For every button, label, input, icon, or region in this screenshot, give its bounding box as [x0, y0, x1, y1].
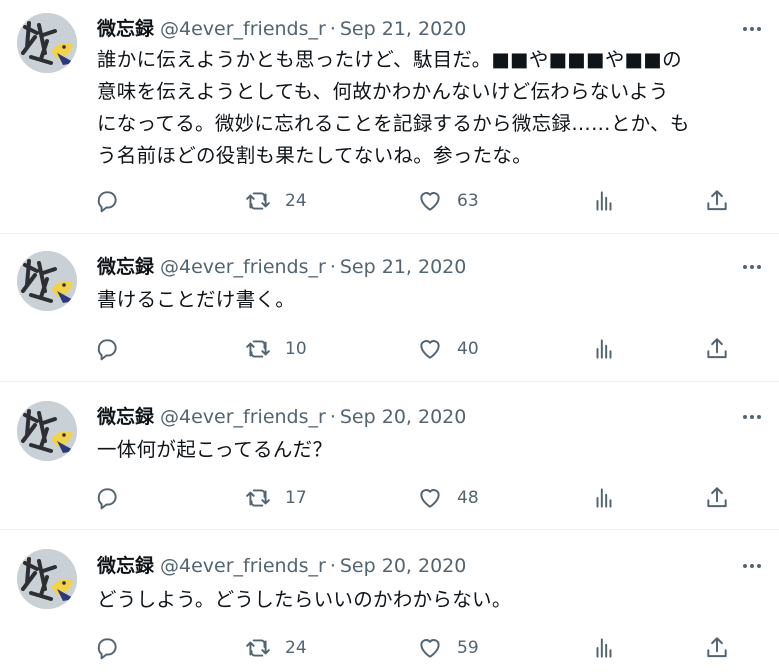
reply-icon — [97, 638, 117, 660]
tweet-date[interactable]: Sep 20, 2020 — [340, 555, 466, 577]
heart-icon — [420, 340, 440, 359]
tweet-actions: 10 40 — [80, 332, 760, 366]
views-button[interactable] — [591, 332, 617, 366]
tweet-date[interactable]: Sep 20, 2020 — [340, 406, 466, 428]
share-button[interactable] — [704, 332, 730, 366]
reply-icon — [97, 339, 117, 361]
reply-icon — [97, 191, 117, 213]
retweet-count: 17 — [285, 488, 307, 508]
display-name[interactable]: 微忘録 — [97, 406, 154, 428]
tweet-header: 微忘録 @4ever_friends_r · Sep 21, 2020 — [97, 255, 779, 279]
tweet-text: どうしよう。どうしたらいいのかわからない。 — [97, 584, 757, 616]
like-button[interactable]: 48 — [417, 481, 479, 515]
reply-button[interactable] — [94, 481, 120, 515]
tweet-text-line: 意味を伝えようとしても、何故かわかんないけど伝わらないよう — [97, 80, 669, 103]
tweet-text-line: 書けることだけ書く。 — [97, 288, 296, 311]
display-name[interactable]: 微忘録 — [97, 256, 154, 278]
reply-button[interactable] — [94, 631, 120, 665]
like-count: 48 — [457, 488, 479, 508]
tweet[interactable]: 微忘録 @4ever_friends_r · Sep 21, 2020 書けることだけ… — [0, 234, 779, 382]
share-button[interactable] — [704, 631, 730, 665]
more-icon[interactable] — [737, 405, 767, 429]
views-icon — [596, 638, 612, 658]
like-count: 40 — [457, 339, 479, 359]
reply-icon — [97, 488, 117, 510]
retweet-icon — [246, 489, 270, 507]
tweet-date[interactable]: Sep 21, 2020 — [340, 18, 466, 40]
retweet-button[interactable]: 24 — [245, 631, 307, 665]
like-button[interactable]: 40 — [417, 332, 479, 366]
separator-dot: · — [329, 18, 336, 40]
avatar[interactable] — [17, 401, 77, 461]
tweet-actions: 24 63 — [80, 184, 760, 218]
reply-button[interactable] — [94, 332, 120, 366]
separator-dot: · — [329, 406, 336, 428]
like-button[interactable]: 63 — [417, 184, 479, 218]
reply-button[interactable] — [94, 184, 120, 218]
retweet-button[interactable]: 10 — [245, 332, 307, 366]
views-button[interactable] — [591, 184, 617, 218]
share-icon — [707, 190, 727, 211]
share-button[interactable] — [704, 481, 730, 515]
separator-dot: · — [329, 256, 336, 278]
display-name[interactable]: 微忘録 — [97, 18, 154, 40]
retweet-icon — [246, 192, 270, 210]
tweet-text-line: 一体何が起こってるんだ？ — [97, 438, 333, 461]
avatar[interactable] — [17, 549, 77, 609]
tweet-text-line: になってる。微妙に忘れることを記録するから微忘録……とか、も — [97, 112, 690, 135]
user-handle[interactable]: @4ever_friends_r — [160, 555, 326, 577]
separator-dot: · — [329, 555, 336, 577]
tweet-actions: 24 59 — [80, 631, 760, 665]
tweet-text: 誰かに伝えようかとも思ったけど、駄目だ。■■や■■■や■■の 意味を伝えようとし… — [97, 44, 757, 172]
tweet[interactable]: 微忘録 @4ever_friends_r · Sep 20, 2020 一体何が起こっ… — [0, 382, 779, 530]
like-count: 63 — [457, 191, 479, 211]
tweet-text: 一体何が起こってるんだ？ — [97, 434, 757, 466]
tweet-text-line: どうしよう。どうしたらいいのかわからない。 — [97, 588, 512, 611]
like-button[interactable]: 59 — [417, 631, 479, 665]
views-icon — [596, 191, 612, 211]
heart-icon — [420, 192, 440, 211]
user-handle[interactable]: @4ever_friends_r — [160, 406, 326, 428]
timeline-feed: 微忘録 @4ever_friends_r · Sep 21, 2020 誰かに伝えよう… — [0, 0, 779, 672]
retweet-icon — [246, 340, 270, 358]
share-icon — [707, 487, 727, 508]
views-icon — [596, 339, 612, 359]
more-icon[interactable] — [737, 554, 767, 578]
retweet-count: 24 — [285, 191, 307, 211]
like-count: 59 — [457, 638, 479, 658]
user-handle[interactable]: @4ever_friends_r — [160, 256, 326, 278]
share-icon — [707, 637, 727, 658]
more-icon[interactable] — [737, 17, 767, 41]
more-icon[interactable] — [737, 255, 767, 279]
retweet-icon — [246, 639, 270, 657]
tweet-header: 微忘録 @4ever_friends_r · Sep 20, 2020 — [97, 405, 779, 429]
retweet-button[interactable]: 24 — [245, 184, 307, 218]
share-button[interactable] — [704, 184, 730, 218]
user-handle[interactable]: @4ever_friends_r — [160, 18, 326, 40]
retweet-button[interactable]: 17 — [245, 481, 307, 515]
avatar[interactable] — [17, 13, 77, 73]
tweet-actions: 17 48 — [80, 481, 760, 515]
tweet-date[interactable]: Sep 21, 2020 — [340, 256, 466, 278]
avatar[interactable] — [17, 251, 77, 311]
views-icon — [596, 488, 612, 508]
retweet-count: 24 — [285, 638, 307, 658]
tweet-header: 微忘録 @4ever_friends_r · Sep 21, 2020 — [97, 17, 779, 41]
tweet-text: 書けることだけ書く。 — [97, 284, 757, 316]
retweet-count: 10 — [285, 339, 307, 359]
tweet[interactable]: 微忘録 @4ever_friends_r · Sep 20, 2020 どうしよう。ど… — [0, 530, 779, 672]
heart-icon — [420, 639, 440, 658]
display-name[interactable]: 微忘録 — [97, 555, 154, 577]
heart-icon — [420, 489, 440, 508]
share-icon — [707, 338, 727, 359]
views-button[interactable] — [591, 481, 617, 515]
tweet[interactable]: 微忘録 @4ever_friends_r · Sep 21, 2020 誰かに伝えよう… — [0, 0, 779, 234]
tweet-text-line: う名前ほどの役割も果たしてないね。参ったな。 — [97, 144, 533, 167]
views-button[interactable] — [591, 631, 617, 665]
tweet-text-line: 誰かに伝えようかとも思ったけど、駄目だ。■■や■■■や■■の — [97, 48, 682, 71]
tweet-header: 微忘録 @4ever_friends_r · Sep 20, 2020 — [97, 554, 779, 578]
